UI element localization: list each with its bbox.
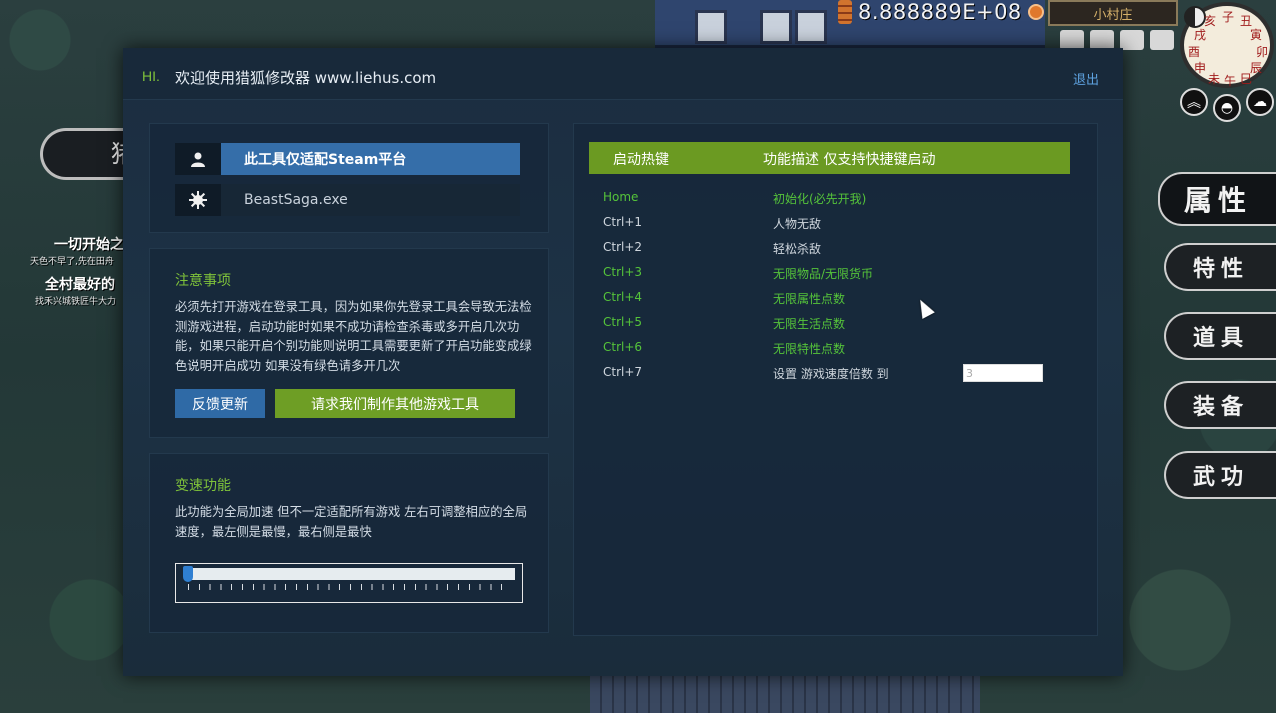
header-hotkey: 启动热键 bbox=[613, 152, 669, 168]
header-description: 功能描述 仅支持快捷键启动 bbox=[763, 152, 936, 168]
hotkey-description: 无限特性点数 bbox=[773, 342, 846, 356]
side-menu-items[interactable]: 道具 bbox=[1164, 312, 1276, 360]
scroll-icon[interactable] bbox=[1120, 30, 1144, 50]
speed-panel: 变速功能 此功能为全局加速 但不一定适配所有游戏 左右可调整相应的全局速度，最左… bbox=[149, 453, 549, 633]
collapse-icon[interactable]: ︽ bbox=[1180, 88, 1208, 116]
background-roof bbox=[590, 676, 980, 713]
hotkey-key: Ctrl+5 bbox=[603, 315, 643, 329]
steam-row: 此工具仅适配Steam平台 bbox=[175, 143, 520, 175]
title-bar[interactable]: HI. 欢迎使用猎狐修改器 www.liehus.com 退出 bbox=[123, 48, 1123, 100]
tool-icons[interactable] bbox=[1060, 30, 1174, 50]
hotkey-description: 无限属性点数 bbox=[773, 292, 846, 306]
hotkey-description: 轻松杀敌 bbox=[773, 242, 822, 256]
hotkey-row[interactable]: Ctrl+2 轻松杀敌 bbox=[574, 237, 1094, 259]
cloud-icon[interactable]: ☁ bbox=[1246, 88, 1274, 116]
hotkey-key: Ctrl+7 bbox=[603, 365, 643, 379]
trainer-window: HI. 欢迎使用猎狐修改器 www.liehus.com 退出 此工具仅适配St… bbox=[123, 48, 1123, 676]
location-label: 小村庄 bbox=[1048, 0, 1178, 26]
exit-link[interactable]: 退出 bbox=[1073, 69, 1099, 88]
notice-panel: 注意事项 必须先打开游戏在登录工具，因为如果你先登录工具会导致无法检测游戏进程，… bbox=[149, 248, 549, 438]
compass-branch: 未 bbox=[1208, 72, 1221, 86]
speed-description: 此功能为全局加速 但不一定适配所有游戏 左右可调整相应的全局速度，最左侧是最慢，… bbox=[175, 505, 528, 539]
compass-branch: 卯 bbox=[1256, 45, 1269, 59]
side-menu-equipment[interactable]: 装备 bbox=[1164, 381, 1276, 429]
exe-row: BeastSaga.exe bbox=[175, 184, 520, 216]
hotkey-row[interactable]: Ctrl+3 无限物品/无限货币 bbox=[574, 262, 1094, 284]
currency-bar: 8.888889E+08 bbox=[838, 0, 1044, 24]
notice-title: 注意事项 bbox=[175, 273, 231, 289]
side-menu-attributes[interactable]: 属性 bbox=[1158, 172, 1276, 226]
side-menu-traits[interactable]: 特性 bbox=[1164, 243, 1276, 291]
welcome-text: 欢迎使用猎狐修改器 www.liehus.com bbox=[175, 69, 437, 87]
speed-slider[interactable] bbox=[175, 563, 523, 603]
hotkey-header: 启动热键 功能描述 仅支持快捷键启动 bbox=[589, 142, 1070, 174]
compass-branch: 寅 bbox=[1250, 28, 1263, 42]
hotkey-description: 无限生活点数 bbox=[773, 317, 846, 331]
quest-subtitle: 天色不早了,先在田舟 bbox=[30, 257, 114, 267]
slider-thumb[interactable] bbox=[183, 566, 193, 582]
hotkey-row[interactable]: Ctrl+1 人物无敌 bbox=[574, 212, 1094, 234]
compass-branch: 午 bbox=[1224, 74, 1237, 88]
hotkey-description: 人物无敌 bbox=[773, 217, 822, 231]
hotkey-key: Ctrl+1 bbox=[603, 215, 643, 229]
hotkey-description: 设置 游戏速度倍数 到 bbox=[773, 367, 889, 381]
slider-track[interactable] bbox=[185, 568, 515, 580]
hotkey-row[interactable]: Ctrl+4 无限属性点数 bbox=[574, 287, 1094, 309]
map-icon[interactable] bbox=[1150, 30, 1174, 50]
left-banner[interactable]: 猪 bbox=[40, 128, 135, 180]
hotkey-panel: 启动热键 功能描述 仅支持快捷键启动 Home 初始化(必先开我) Ctrl+1 人物… bbox=[573, 123, 1098, 636]
time-compass[interactable]: 子 亥 丑 戌 寅 酉 卯 申 辰 未 午 巳 bbox=[1180, 2, 1274, 88]
user-icon bbox=[175, 143, 221, 175]
hotkey-description: 初始化(必先开我) bbox=[773, 192, 867, 206]
hotkey-row[interactable]: Home 初始化(必先开我) bbox=[574, 187, 1094, 209]
feedback-button[interactable]: 反馈更新 bbox=[175, 389, 265, 418]
steam-notice: 此工具仅适配Steam平台 bbox=[221, 143, 520, 175]
coin-stack-icon bbox=[838, 0, 852, 24]
coin-icon bbox=[1027, 4, 1044, 20]
compass-branch: 申 bbox=[1194, 61, 1207, 75]
hotkey-key: Ctrl+6 bbox=[603, 340, 643, 354]
currency-value: 8.888889E+08 bbox=[858, 0, 1022, 24]
notice-text: 必须先打开游戏在登录工具，因为如果你先登录工具会导致无法检测游戏进程，启动功能时… bbox=[175, 300, 532, 373]
quest-item[interactable]: 全村最好的 找禾兴城铁匠牛大力 bbox=[35, 274, 116, 307]
hotkey-row[interactable]: Ctrl+5 无限生活点数 bbox=[574, 312, 1094, 334]
quest-title: 全村最好的 bbox=[45, 277, 115, 293]
house-door bbox=[795, 10, 827, 44]
quest-subtitle: 找禾兴城铁匠牛大力 bbox=[35, 297, 117, 307]
compass-branch: 戌 bbox=[1194, 28, 1207, 42]
gear-icon bbox=[175, 184, 221, 216]
hotkey-key: Ctrl+2 bbox=[603, 240, 643, 254]
slider-ticks bbox=[188, 584, 512, 590]
exe-name: BeastSaga.exe bbox=[221, 184, 520, 216]
hotkey-key: Home bbox=[603, 190, 639, 204]
yin-yang-icon bbox=[1184, 6, 1206, 28]
compass-branch: 子 bbox=[1222, 10, 1235, 24]
compass-branch: 酉 bbox=[1188, 45, 1201, 59]
house-window bbox=[695, 10, 727, 44]
cat-icon[interactable] bbox=[1090, 30, 1114, 50]
game-speed-input[interactable] bbox=[963, 364, 1043, 382]
food-icon[interactable]: ◓ bbox=[1213, 94, 1241, 122]
platform-panel: 此工具仅适配Steam平台 BeastSaga.exe bbox=[149, 123, 549, 233]
hotkey-row[interactable]: Ctrl+6 无限特性点数 bbox=[574, 337, 1094, 359]
hotkey-key: Ctrl+4 bbox=[603, 290, 643, 304]
side-menu-martial-arts[interactable]: 武功 bbox=[1164, 451, 1276, 499]
quest-title: 一切开始之 bbox=[54, 237, 124, 253]
request-tool-button[interactable]: 请求我们制作其他游戏工具 bbox=[275, 389, 515, 418]
hi-label: HI. bbox=[142, 68, 160, 84]
house-door bbox=[760, 10, 792, 44]
hotkey-description: 无限物品/无限货币 bbox=[773, 267, 874, 281]
hotkey-row[interactable]: Ctrl+7 设置 游戏速度倍数 到 bbox=[574, 362, 1094, 384]
compass-branch: 巳 bbox=[1240, 72, 1253, 86]
hotkey-key: Ctrl+3 bbox=[603, 265, 643, 279]
speed-title: 变速功能 bbox=[175, 478, 231, 494]
quest-item[interactable]: 一切开始之 天色不早了,先在田舟 bbox=[30, 234, 124, 267]
book-icon[interactable] bbox=[1060, 30, 1084, 50]
